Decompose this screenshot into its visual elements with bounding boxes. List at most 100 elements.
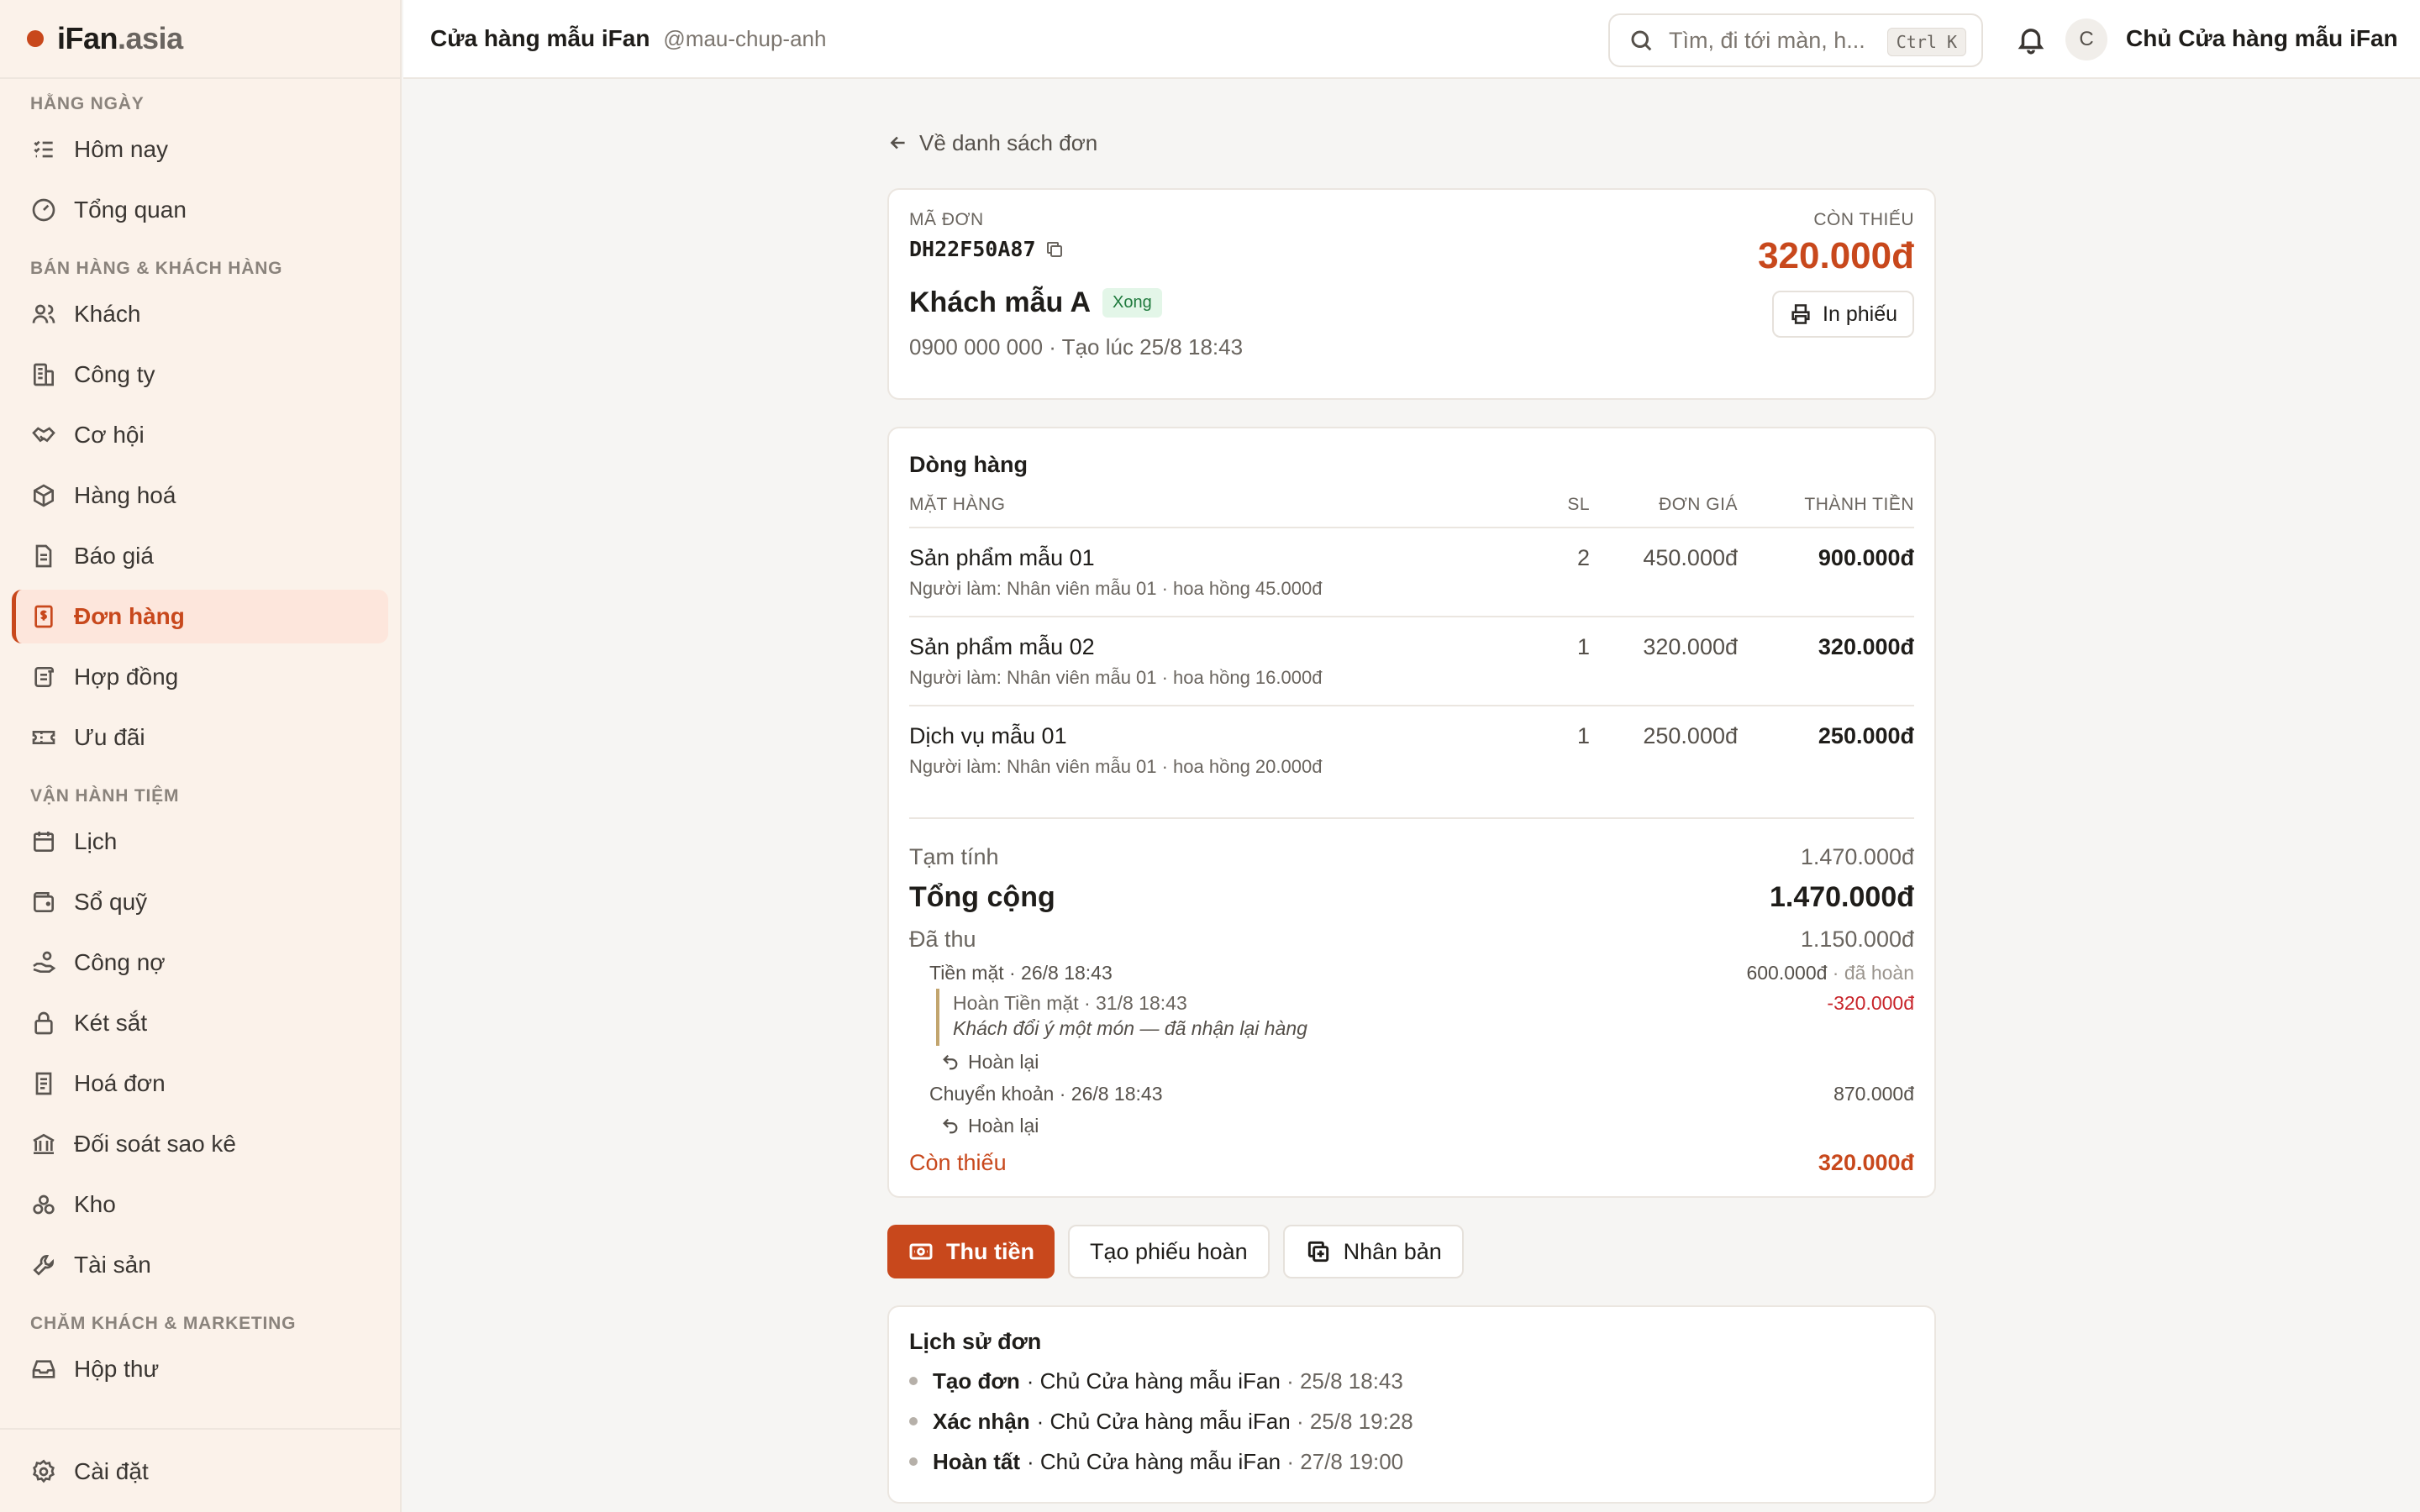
nav-section-title: CHĂM KHÁCH & MARKETING	[30, 1314, 297, 1333]
inbox-icon	[32, 1360, 55, 1378]
printer-icon	[1791, 304, 1810, 324]
scroll-icon	[34, 667, 54, 687]
avatar[interactable]: C	[2065, 18, 2107, 60]
list-item: Hoàn tất · Chủ Cửa hàng mẫu iFan · 27/8 …	[909, 1447, 1914, 1476]
duplicate-button[interactable]: Nhân bản	[1282, 1225, 1464, 1278]
table-row: Dịch vụ mẫu 01 Người làm: Nhân viên mẫu …	[909, 706, 1914, 795]
sidebar-item-hang-hoa[interactable]: Hàng hoá	[12, 469, 388, 522]
col-price: ĐƠN GIÁ	[1659, 495, 1738, 514]
payment-label: Chuyển khoản · 26/8 18:43	[929, 1082, 1163, 1105]
user-name[interactable]: Chủ Cửa hàng mẫu iFan	[2126, 25, 2398, 52]
lines-title: Dòng hàng	[909, 452, 1028, 477]
sidebar-item-cai-dat[interactable]: Cài đặt	[12, 1445, 388, 1499]
order-actions: Thu tiền Tạo phiếu hoàn Nhân bản	[887, 1225, 1936, 1278]
arrow-left-icon	[890, 136, 905, 150]
sidebar-item-tai-san[interactable]: Tài sản	[12, 1238, 388, 1292]
status-badge: Xong	[1102, 288, 1162, 318]
line-price: 250.000đ	[1643, 723, 1738, 748]
calendar-icon	[34, 832, 54, 852]
sidebar-item-label: Hộp thư	[74, 1356, 160, 1382]
create-refund-button[interactable]: Tạo phiếu hoàn	[1067, 1225, 1270, 1278]
gear-icon	[33, 1459, 55, 1483]
handshake-icon	[32, 427, 55, 443]
shop-name[interactable]: Cửa hàng mẫu iFan	[430, 25, 650, 52]
sidebar-item-label: Kho	[74, 1191, 116, 1217]
paid-row: Đã thu 1.150.000đ	[909, 921, 1914, 957]
refund-label: Hoàn Tiền mặt · 31/8 18:43	[953, 991, 1187, 1014]
sidebar-item-co-hoi[interactable]: Cơ hội	[12, 408, 388, 462]
payment-row: Tiền mặt · 26/8 18:43 600.000đ · đã hoàn	[909, 957, 1914, 989]
history-time: · 25/8 19:28	[1296, 1408, 1413, 1434]
lock-icon	[34, 1011, 53, 1035]
duplicate-icon	[1307, 1241, 1328, 1263]
lines-list: Sản phẩm mẫu 01 Người làm: Nhân viên mẫu…	[909, 528, 1914, 795]
sidebar-item-don-hang[interactable]: Đơn hàng	[12, 590, 388, 643]
sidebar-item-hop-thu[interactable]: Hộp thư	[12, 1342, 388, 1396]
sidebar-item-khach[interactable]: Khách	[12, 287, 388, 341]
search-icon	[1631, 30, 1652, 51]
line-qty: 1	[1576, 723, 1590, 748]
sidebar-item-label: Hàng hoá	[74, 482, 176, 508]
gauge-icon	[32, 198, 55, 222]
document-icon	[35, 544, 52, 568]
history-by: · Chủ Cửa hàng mẫu iFan	[1026, 1368, 1281, 1394]
create-refund-label: Tạo phiếu hoàn	[1089, 1238, 1248, 1264]
col-qty: SL	[1567, 495, 1590, 514]
nav-section-title: VẬN HÀNH TIỆM	[30, 786, 180, 806]
list-item: Tạo đơn · Chủ Cửa hàng mẫu iFan · 25/8 1…	[909, 1367, 1914, 1395]
subtotal-label: Tạm tính	[909, 843, 999, 869]
sidebar-item-cong-ty[interactable]: Công ty	[12, 348, 388, 402]
sidebar-item-label: Hợp đồng	[74, 664, 179, 690]
sidebar-item-so-quy[interactable]: Sổ quỹ	[12, 875, 388, 929]
notifications-button[interactable]	[2015, 24, 2047, 55]
sidebar-item-doi-soat[interactable]: Đối soát sao kê	[12, 1117, 388, 1171]
col-item: MẶT HÀNG	[909, 495, 1006, 514]
sidebar-item-hom-nay[interactable]: Hôm nay	[12, 123, 388, 176]
sidebar-item-uu-dai[interactable]: Ưu đãi	[12, 711, 388, 764]
sidebar-item-label: Hoá đơn	[74, 1070, 166, 1096]
copy-icon[interactable]	[1044, 239, 1065, 260]
back-to-orders-link[interactable]: Về danh sách đơn	[887, 126, 1936, 160]
customer-meta: 0900 000 000 · Tạo lúc 25/8 18:43	[909, 334, 1244, 360]
brand-logo[interactable]: iFan.asia	[0, 0, 400, 79]
order-header-card: MÃ ĐƠN DH22F50A87 Khách mẫu A Xong 0900 …	[887, 188, 1936, 400]
owing-label: CÒN THIẾU	[1813, 210, 1914, 229]
line-qty: 1	[1576, 634, 1590, 659]
shop-handle: @mau-chup-anh	[663, 25, 827, 51]
sidebar-item-ket-sat[interactable]: Két sắt	[12, 996, 388, 1050]
users-icon	[32, 304, 55, 323]
order-history-card: Lịch sử đơn Tạo đơn · Chủ Cửa hàng mẫu i…	[887, 1305, 1936, 1504]
customer-name[interactable]: Khách mẫu A	[909, 286, 1091, 319]
sidebar-item-kho[interactable]: Kho	[12, 1178, 388, 1231]
order-summary: Tạm tính 1.470.000đ Tổng cộng 1.470.000đ…	[909, 817, 1914, 1184]
sidebar-item-bao-gia[interactable]: Báo giá	[12, 529, 388, 583]
payment-row: Chuyển khoản · 26/8 18:43 870.000đ	[909, 1078, 1914, 1110]
topbar: Cửa hàng mẫu iFan @mau-chup-anh Tìm, đi …	[403, 0, 2420, 79]
list-item: Xác nhận · Chủ Cửa hàng mẫu iFan · 25/8 …	[909, 1407, 1914, 1436]
sidebar-item-cong-no[interactable]: Công nợ	[12, 936, 388, 990]
box-icon	[34, 484, 54, 507]
sidebar-item-label: Ưu đãi	[74, 724, 145, 750]
duplicate-label: Nhân bản	[1343, 1238, 1442, 1264]
print-button[interactable]: In phiếu	[1772, 291, 1914, 338]
search-input[interactable]: Tìm, đi tới màn, h... Ctrl K	[1608, 13, 1983, 67]
table-row: Sản phẩm mẫu 02 Người làm: Nhân viên mẫu…	[909, 617, 1914, 706]
history-time: · 25/8 18:43	[1286, 1368, 1403, 1394]
refund-payment-link[interactable]: Hoàn lại	[909, 1110, 1914, 1142]
refund-payment-link[interactable]: Hoàn lại	[909, 1046, 1914, 1078]
collect-payment-button[interactable]: Thu tiền	[887, 1225, 1055, 1278]
lines-header: MẶT HÀNG SL ĐƠN GIÁ THÀNH TIỀN	[909, 495, 1914, 528]
refund-note: Khách đổi ý một món — đã nhận lại hàng	[953, 1017, 1307, 1039]
line-name: Sản phẩm mẫu 01	[909, 545, 1095, 570]
payment-label: Tiền mặt · 26/8 18:43	[929, 961, 1113, 984]
sidebar-item-hop-dong[interactable]: Hợp đồng	[12, 650, 388, 704]
history-time: · 27/8 19:00	[1286, 1448, 1404, 1474]
sidebar-item-label: Hôm nay	[74, 136, 169, 162]
history-action: Xác nhận	[933, 1408, 1030, 1434]
sidebar-item-label: Báo giá	[74, 543, 154, 569]
sidebar-item-hoa-don[interactable]: Hoá đơn	[12, 1057, 388, 1110]
sidebar-item-lich[interactable]: Lịch	[12, 815, 388, 869]
print-button-label: In phiếu	[1823, 302, 1897, 326]
invoice-icon	[35, 1072, 52, 1095]
sidebar-item-tong-quan[interactable]: Tổng quan	[12, 183, 388, 237]
